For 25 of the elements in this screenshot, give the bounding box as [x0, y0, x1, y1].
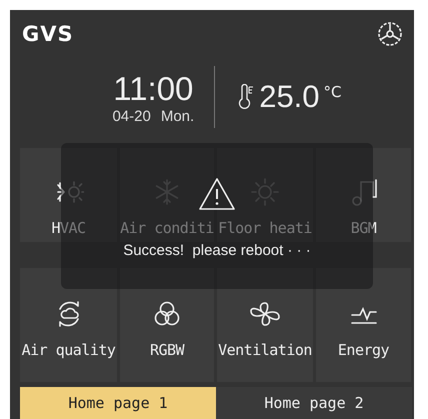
tile-label: Ventilation [218, 341, 312, 359]
tile-label: RGBW [150, 341, 184, 359]
tile-label: Air conditi [120, 219, 214, 237]
tile-label: BGM [350, 219, 376, 237]
clock-time: 11:00 [113, 70, 194, 108]
tile-label: Air quality [22, 341, 116, 359]
function-tile[interactable]: Ventilation [217, 268, 313, 382]
settings-icon[interactable] [376, 20, 404, 48]
tile-label: Floor heati [218, 219, 312, 237]
weekday-text: Mon. [160, 108, 194, 124]
function-tile[interactable]: Energy [316, 268, 411, 382]
date-text: 04-20 [112, 108, 151, 124]
function-tile[interactable]: RGBW [120, 268, 214, 382]
function-tile[interactable]: Air quality [20, 268, 117, 382]
tile-label: Energy [338, 341, 390, 359]
fan-icon [250, 299, 280, 329]
logo-text: GVS [22, 22, 74, 46]
thermometer-icon [237, 84, 256, 110]
temperature-value: 25.0 [259, 79, 320, 115]
tile-label: HVAC [51, 219, 86, 237]
page-tab[interactable]: Home page 1 [20, 387, 216, 419]
warning-icon [198, 177, 236, 211]
dialog-message: Success! please reboot · · · [123, 242, 311, 259]
page-tab[interactable]: Home page 2 [216, 387, 412, 419]
temperature-unit: °C [324, 83, 342, 101]
